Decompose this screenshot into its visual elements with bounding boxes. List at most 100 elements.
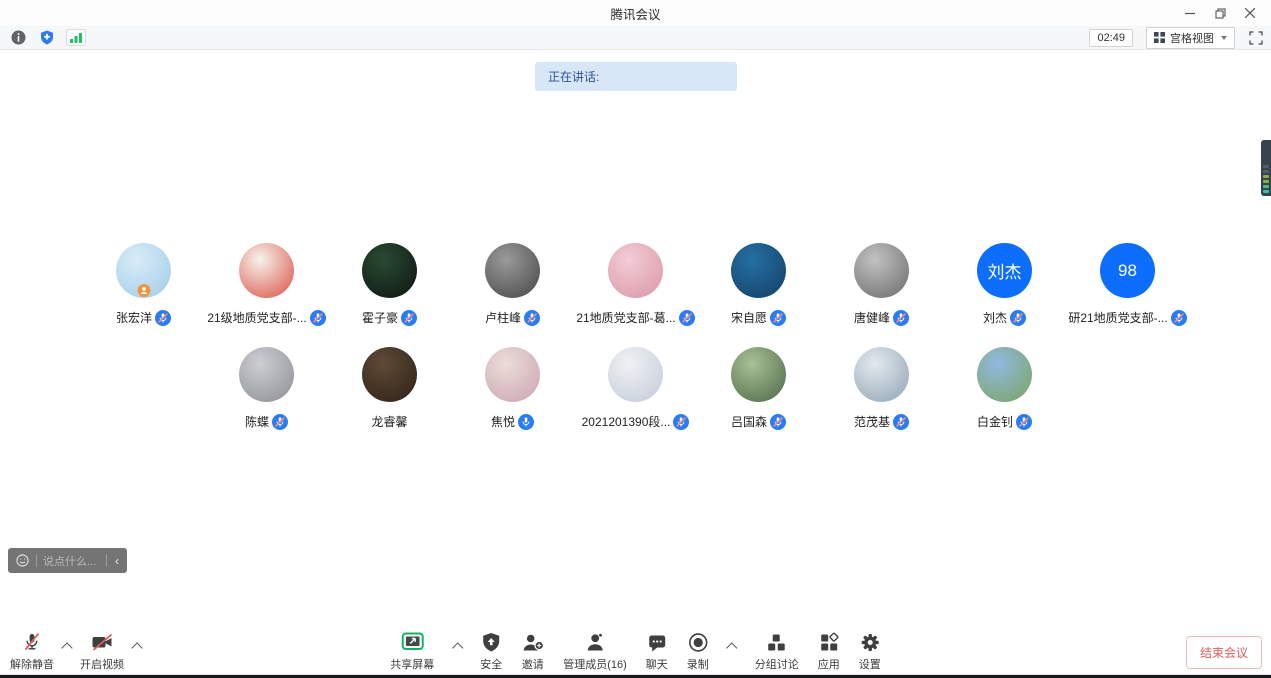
info-icon[interactable]	[8, 29, 28, 46]
participant-name-line: 21地质党支部-葛...	[576, 309, 694, 326]
avatar-wrap: 刘杰	[977, 243, 1032, 298]
mic-status-icon	[272, 414, 288, 430]
breakout-rooms-button[interactable]: 分组讨论	[755, 631, 799, 672]
avatar-wrap	[116, 243, 171, 298]
participant-tile[interactable]: 范茂基	[820, 347, 943, 430]
fullscreen-button[interactable]	[1249, 31, 1263, 45]
speaking-banner-text: 正在讲话:	[548, 68, 599, 85]
mic-options-caret[interactable]	[61, 642, 72, 653]
minimize-button[interactable]	[1175, 0, 1205, 26]
invite-person-icon	[521, 631, 544, 653]
participant-avatar	[731, 243, 786, 298]
avatar-wrap	[362, 243, 417, 298]
manage-members-button[interactable]: 管理成员(16)	[563, 631, 627, 672]
host-badge-icon	[137, 284, 150, 302]
share-screen-button[interactable]: 共享屏幕	[390, 631, 434, 672]
avatar-wrap	[854, 347, 909, 402]
avatar-wrap	[608, 243, 663, 298]
participant-tile[interactable]: 焦悦	[451, 347, 574, 430]
avatar-wrap	[977, 347, 1032, 402]
participant-tile[interactable]: 21级地质党支部-...	[205, 243, 328, 326]
participant-tile[interactable]: 龙睿馨	[328, 347, 451, 430]
collapse-chevron-icon[interactable]: ‹	[107, 554, 127, 568]
participant-tile[interactable]: 21地质党支部-葛...	[574, 243, 697, 326]
participant-name-line: 卢柱峰	[485, 309, 540, 326]
participant-tile[interactable]: 唐健峰	[820, 243, 943, 326]
mic-status-icon	[893, 310, 909, 326]
participant-avatar	[362, 243, 417, 298]
invite-button[interactable]: 邀请	[521, 631, 544, 672]
chat-quick-bar[interactable]: 说点什么... ‹	[8, 548, 127, 573]
participant-name-line: 霍子豪	[362, 309, 417, 326]
av-controls-group: 解除静音 开启视频	[10, 631, 141, 672]
participant-tile[interactable]: 卢柱峰	[451, 243, 574, 326]
participant-avatar	[362, 347, 417, 402]
participant-tile[interactable]: 张宏洋	[82, 243, 205, 326]
participant-name: 吕国森	[731, 413, 767, 430]
avatar-wrap	[731, 243, 786, 298]
chat-input-placeholder[interactable]: 说点什么...	[37, 553, 106, 569]
participant-name-line: 宋自愿	[731, 309, 786, 326]
participant-name: 唐健峰	[854, 309, 890, 326]
participant-tile[interactable]: 霍子豪	[328, 243, 451, 326]
participant-name-line: 21级地质党支部-...	[207, 309, 325, 326]
participant-name: 刘杰	[983, 309, 1007, 326]
bottom-toolbar: 解除静音 开启视频 共享屏幕	[0, 630, 1271, 674]
participant-avatar	[731, 347, 786, 402]
close-button[interactable]	[1235, 0, 1265, 26]
avatar-wrap	[485, 347, 540, 402]
participant-name-line: 刘杰	[983, 309, 1026, 326]
restore-button[interactable]	[1205, 0, 1235, 26]
start-video-button[interactable]: 开启视频	[80, 631, 124, 672]
avatar-wrap	[239, 347, 294, 402]
apps-button[interactable]: 应用	[818, 631, 840, 672]
participant-avatar	[854, 347, 909, 402]
participant-name-line: 张宏洋	[116, 309, 171, 326]
security-button[interactable]: 安全	[480, 631, 502, 672]
main-tools-group: 共享屏幕 安全 邀请	[390, 631, 881, 672]
apps-blocks-icon	[818, 631, 839, 653]
meeting-toolbar: 02:49 宫格视图	[0, 26, 1271, 50]
avatar-wrap	[239, 243, 294, 298]
view-mode-button[interactable]: 宫格视图	[1146, 27, 1235, 49]
smiley-icon[interactable]	[16, 554, 29, 567]
apps-label: 应用	[818, 656, 840, 672]
video-options-caret[interactable]	[131, 642, 142, 653]
participant-row-1: 张宏洋 21级地质党支部-...	[0, 243, 1271, 326]
participant-name: 霍子豪	[362, 309, 398, 326]
mic-status-icon	[524, 310, 540, 326]
invite-label: 邀请	[522, 656, 544, 672]
participant-avatar	[854, 243, 909, 298]
audio-level-widget[interactable]	[1261, 140, 1271, 196]
chat-button[interactable]: 聊天	[646, 631, 668, 672]
mic-status-icon	[401, 310, 417, 326]
settings-button[interactable]: 设置	[859, 631, 881, 672]
participant-avatar	[977, 347, 1032, 402]
participant-name-line: 2021201390段...	[582, 413, 690, 430]
settings-label: 设置	[859, 656, 881, 672]
end-meeting-button[interactable]: 结束会议	[1186, 636, 1262, 669]
mic-status-icon	[770, 414, 786, 430]
title-bar: 腾讯会议	[0, 0, 1271, 26]
record-button[interactable]: 录制	[687, 631, 709, 672]
record-options-caret[interactable]	[726, 642, 737, 653]
mic-status-icon	[1016, 414, 1032, 430]
participant-tile[interactable]: 宋自愿	[697, 243, 820, 326]
participant-tile[interactable]: 98 研21地质党支部-...	[1066, 243, 1189, 326]
avatar-wrap	[854, 243, 909, 298]
participant-name-line: 陈蝶	[245, 413, 288, 430]
mic-status-icon	[893, 414, 909, 430]
participant-tile[interactable]: 白金钊	[943, 347, 1066, 430]
breakout-blocks-icon	[766, 631, 787, 653]
shield-check-icon[interactable]	[37, 29, 57, 46]
mic-status-icon	[679, 310, 695, 326]
participant-avatar	[239, 243, 294, 298]
participant-tile[interactable]: 陈蝶	[205, 347, 328, 430]
participant-tile[interactable]: 吕国森	[697, 347, 820, 430]
participant-tile[interactable]: 刘杰 刘杰	[943, 243, 1066, 326]
network-signal-icon[interactable]	[66, 29, 86, 46]
participant-avatar	[485, 243, 540, 298]
unmute-button[interactable]: 解除静音	[10, 631, 54, 672]
share-options-caret[interactable]	[452, 642, 463, 653]
participant-tile[interactable]: 2021201390段...	[574, 347, 697, 430]
